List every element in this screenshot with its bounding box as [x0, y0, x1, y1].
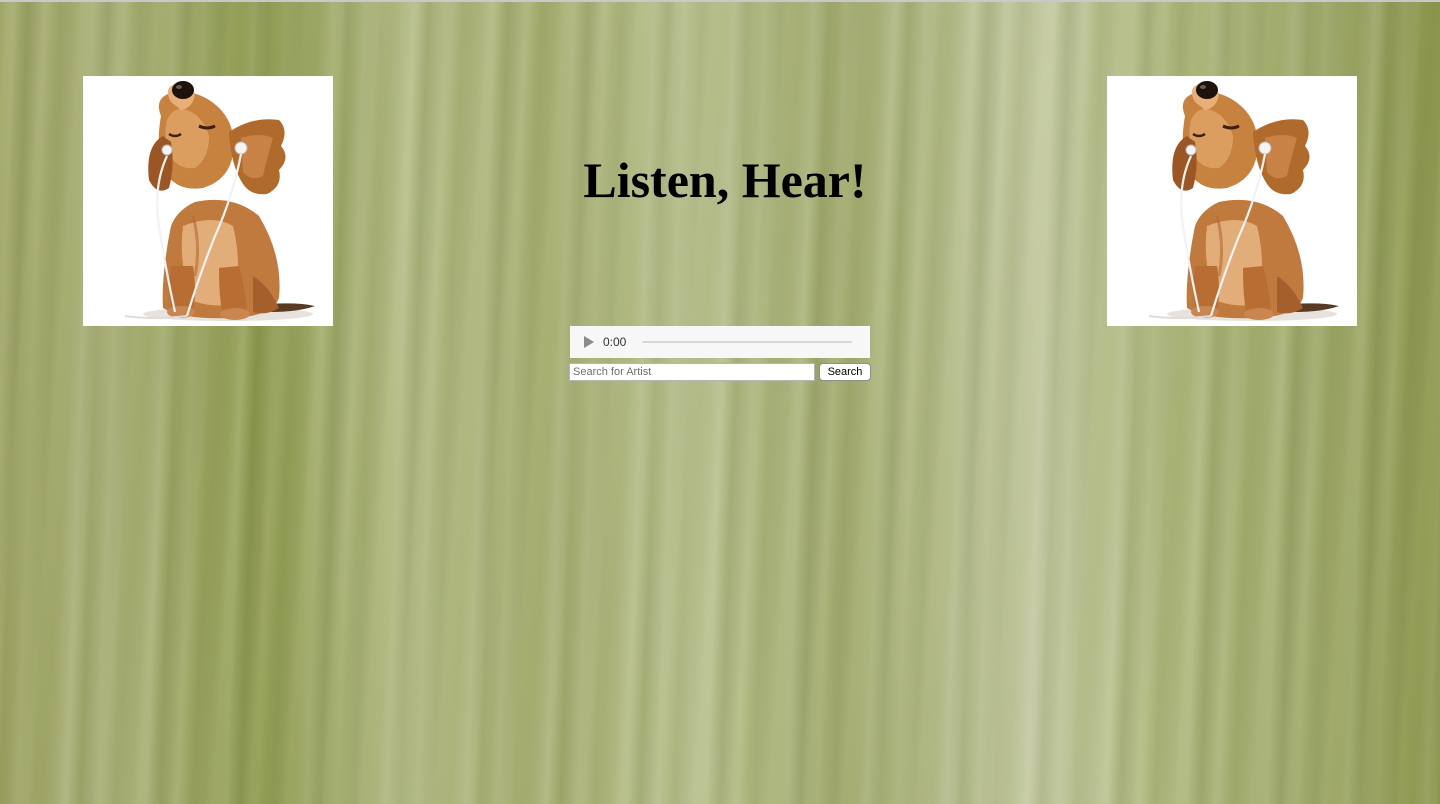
audio-progress-track[interactable] [642, 341, 853, 343]
puppy-with-earphones-icon [1107, 76, 1357, 326]
window-top-edge [0, 0, 1440, 2]
search-button[interactable]: Search [819, 363, 871, 381]
puppy-image-left [83, 76, 333, 326]
puppy-image-right [1107, 76, 1357, 326]
artist-search-input[interactable] [569, 363, 815, 381]
play-icon[interactable] [581, 334, 597, 350]
page-title: Listen, Hear! [583, 152, 867, 208]
audio-player[interactable]: 0:00 [570, 326, 870, 358]
puppy-with-earphones-icon [83, 76, 333, 326]
audio-time: 0:00 [603, 335, 627, 349]
